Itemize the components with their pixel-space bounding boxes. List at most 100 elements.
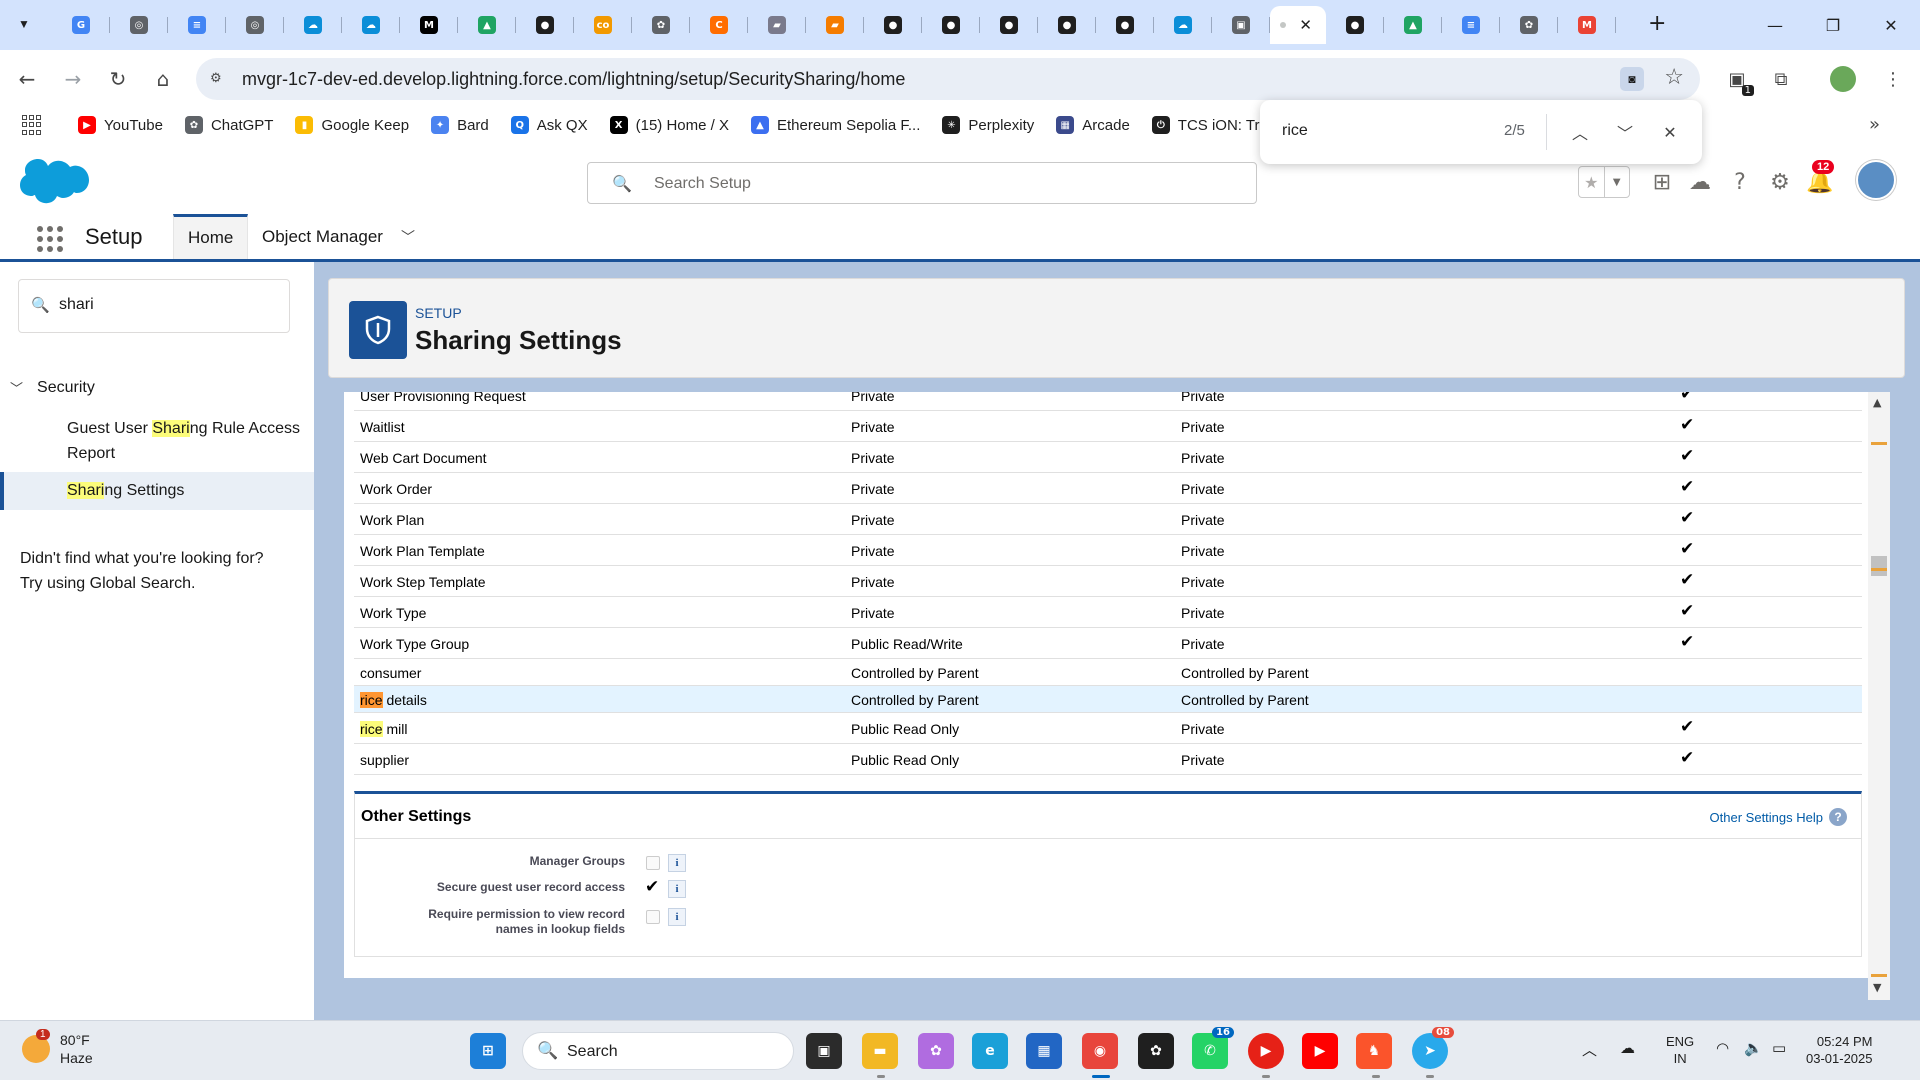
forward-icon[interactable]: → [58, 64, 88, 94]
whatsapp-icon[interactable]: ✆ 16 [1192, 1027, 1234, 1069]
browser-tab[interactable]: co [574, 6, 632, 44]
manager-groups-checkbox[interactable] [646, 856, 660, 870]
show-hidden-icons-chevron-icon[interactable]: ︿ [1582, 1039, 1597, 1060]
puzzle-icon[interactable]: ⧉ [1766, 64, 1796, 94]
bookmark-item[interactable]: ▦ Arcade [1056, 116, 1130, 134]
quick-find-input[interactable]: 🔍 shari [18, 279, 290, 333]
browser-tab[interactable]: ☁ [1154, 6, 1212, 44]
favorite-star-icon[interactable]: ★ [1579, 167, 1604, 197]
bookmark-item[interactable]: ▲ Ethereum Sepolia F... [750, 116, 920, 134]
youtube-icon[interactable]: ▶ [1302, 1033, 1338, 1069]
volume-icon[interactable]: 🔈 [1744, 1039, 1763, 1057]
browser-tab[interactable]: ● [516, 6, 574, 44]
bookmark-star-icon[interactable]: ☆ [1664, 65, 1684, 90]
minimize-icon[interactable]: — [1746, 0, 1804, 50]
info-icon[interactable]: i [668, 880, 686, 898]
back-icon[interactable]: ← [12, 64, 42, 94]
input-language[interactable]: ENG IN [1666, 1033, 1694, 1067]
info-icon[interactable]: i [668, 908, 686, 926]
wifi-icon[interactable]: ◠ [1716, 1039, 1729, 1057]
tab-home[interactable]: Home [173, 214, 249, 259]
browser-tab[interactable]: ▰ [806, 6, 864, 44]
browser-tab[interactable]: ● [864, 6, 922, 44]
find-input[interactable]: rice [1282, 122, 1308, 140]
app-launcher-icon[interactable] [37, 226, 63, 252]
browser-tab[interactable]: ✿ [632, 6, 690, 44]
browser-tab[interactable]: ☁ [342, 6, 400, 44]
trailhead-icon[interactable]: ☁ [1684, 166, 1716, 198]
address-bar[interactable]: ⚙ mvgr-1c7-dev-ed.develop.lightning.forc… [196, 58, 1700, 100]
close-window-icon[interactable]: ✕ [1862, 0, 1920, 50]
help-link-text[interactable]: Other Settings Help [1710, 810, 1823, 825]
bookmark-item[interactable]: Q Ask QX [510, 116, 588, 134]
setup-gear-icon[interactable]: ⚙ [1764, 166, 1796, 198]
browser-tab[interactable]: ▲ [458, 6, 516, 44]
scrollbar-thumb[interactable] [1871, 556, 1887, 576]
battery-icon[interactable]: ▭ [1772, 1039, 1786, 1057]
quick-find-value[interactable]: shari [59, 296, 94, 314]
bookmark-item[interactable]: ✦ Bard [431, 116, 489, 134]
browser-tab[interactable]: ☁ [284, 6, 342, 44]
profile-avatar[interactable] [1830, 66, 1856, 92]
browser-tab[interactable]: M [1558, 6, 1616, 44]
copilot-icon[interactable]: ✿ [918, 1033, 954, 1069]
microsoft-store-icon[interactable]: ▦ [1026, 1033, 1062, 1069]
onedrive-cloud-icon[interactable]: ☁ [1620, 1039, 1635, 1057]
browser-tab[interactable]: ▣ [1212, 6, 1270, 44]
browser-tab[interactable]: ▲ [1384, 6, 1442, 44]
tab-object-manager[interactable]: Object Manager ﹀ [248, 214, 429, 259]
tree-section-security[interactable]: ﹀ Security [10, 378, 95, 398]
bookmark-item[interactable]: X (15) Home / X [609, 116, 729, 134]
browser-menu-icon[interactable]: ⋮ [1878, 64, 1908, 94]
find-next-icon[interactable]: ﹀ [1611, 118, 1639, 146]
salesforce-logo[interactable] [18, 158, 92, 208]
favorites-button[interactable]: ★ ▼ [1578, 166, 1630, 198]
other-settings-help-link[interactable]: Other Settings Help? [1710, 808, 1847, 826]
browser-tab[interactable]: M [400, 6, 458, 44]
chatgpt-icon[interactable]: ✿ [1138, 1033, 1174, 1069]
more-bookmarks-icon[interactable]: » [1869, 114, 1880, 135]
browser-tab[interactable]: ≡ [168, 6, 226, 44]
browser-tab[interactable]: ● [980, 6, 1038, 44]
chevron-down-icon[interactable]: ﹀ [401, 227, 415, 247]
browser-tab[interactable]: ● [1326, 6, 1384, 44]
help-question-icon[interactable]: ? [1829, 808, 1847, 826]
chevron-down-icon[interactable]: ﹀ [10, 378, 23, 397]
browser-tab[interactable]: ● [1096, 6, 1154, 44]
browser-tab[interactable]: ▰ [748, 6, 806, 44]
tree-item-guest-user-sharing-rule-access-report[interactable]: Guest User Sharing Rule Access Report [0, 416, 314, 466]
help-icon[interactable]: ? [1724, 166, 1756, 198]
bookmark-item[interactable]: ▮ Google Keep [295, 116, 409, 134]
browser-tab[interactable]: G [52, 6, 110, 44]
browser-tab[interactable]: ◎ [226, 6, 284, 44]
telegram-icon[interactable]: ➤ 08 [1412, 1027, 1454, 1069]
site-info-icon[interactable]: ⚙ [210, 70, 228, 88]
user-avatar[interactable] [1856, 160, 1896, 200]
windows-start-icon[interactable]: ⊞ [470, 1033, 506, 1069]
bookmark-item[interactable]: ✿ ChatGPT [184, 116, 273, 134]
url-text[interactable]: mvgr-1c7-dev-ed.develop.lightning.force.… [242, 69, 905, 90]
bookmark-item[interactable]: ▶ YouTube [78, 116, 163, 134]
find-close-icon[interactable]: ✕ [1656, 118, 1684, 146]
weather-widget[interactable]: 1 80°F Haze [22, 1029, 93, 1067]
browser-tab[interactable]: ≡ [1442, 6, 1500, 44]
find-previous-icon[interactable]: ︿ [1566, 118, 1594, 146]
info-icon[interactable]: i [668, 854, 686, 872]
tree-item-sharing-settings[interactable]: Sharing Settings [0, 472, 314, 510]
taskbar-search[interactable]: 🔍 Search [522, 1032, 794, 1070]
apps-grid-icon[interactable] [22, 115, 42, 135]
global-actions-add-icon[interactable]: ⊞ [1646, 166, 1678, 198]
new-tab-button[interactable]: + [1648, 11, 1666, 36]
bookmark-item[interactable]: ✳ Perplexity [942, 116, 1034, 134]
active-browser-tab[interactable]: ✕ [1270, 6, 1326, 44]
reload-icon[interactable]: ↻ [103, 64, 133, 94]
lens-icon[interactable]: ◙ [1620, 67, 1644, 91]
scroll-down-icon[interactable]: ▼ [1873, 981, 1881, 994]
favorites-dropdown-icon[interactable]: ▼ [1603, 167, 1630, 197]
browser-tab[interactable]: ◎ [110, 6, 168, 44]
extensions-shield-icon[interactable]: ▣ 1 [1722, 64, 1754, 96]
browser-tab[interactable]: C [690, 6, 748, 44]
file-explorer-icon[interactable]: ▬ [862, 1033, 898, 1069]
tab-search-chevron-icon[interactable]: ▼ [10, 10, 38, 38]
restore-icon[interactable]: ❐ [1804, 0, 1862, 50]
